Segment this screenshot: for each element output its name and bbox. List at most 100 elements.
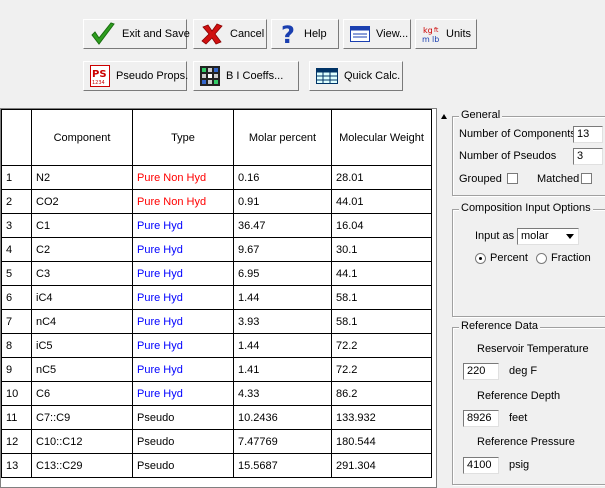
type-cell[interactable]: Pure Hyd [132,381,234,406]
type-cell[interactable]: Pure Hyd [132,213,234,238]
component-column-header[interactable]: Component [31,109,133,166]
molecular-weight-cell[interactable]: 44.01 [331,189,432,214]
component-cell[interactable]: C10::C12 [31,429,133,454]
scroll-up-arrow-icon[interactable] [441,114,447,119]
reference-pressure-field[interactable]: 4100 [463,457,499,474]
quick-calc-button[interactable]: Quick Calc. [309,61,403,91]
molar-percent-cell[interactable]: 1.41 [233,357,332,382]
row-number-cell[interactable]: 1 [1,165,32,190]
percent-radio[interactable] [475,253,486,264]
help-button[interactable]: ? Help [271,19,339,49]
type-cell[interactable]: Pure Non Hyd [132,189,234,214]
table-row[interactable]: 13 C13::C29 Pseudo 15.5687 291.304 [1,453,432,478]
table-row[interactable]: 11 C7::C9 Pseudo 10.2436 133.932 [1,405,432,430]
molar-percent-cell[interactable]: 36.47 [233,213,332,238]
molar-percent-cell[interactable]: 7.47769 [233,429,332,454]
exit-and-save-button[interactable]: Exit and Save [83,19,190,49]
component-cell[interactable]: C13::C29 [31,453,133,478]
molecular-weight-cell[interactable]: 133.932 [331,405,432,430]
row-number-cell[interactable]: 9 [1,357,32,382]
molar-percent-cell[interactable]: 6.95 [233,261,332,286]
row-number-cell[interactable]: 10 [1,381,32,406]
component-cell[interactable]: nC5 [31,357,133,382]
molar-percent-cell[interactable]: 3.93 [233,309,332,334]
table-row[interactable]: 4 C2 Pure Hyd 9.67 30.1 [1,237,432,262]
pseudo-props-button[interactable]: PS 1234 Pseudo Props. [83,61,188,91]
molar-percent-cell[interactable]: 0.16 [233,165,332,190]
type-cell[interactable]: Pseudo [132,405,234,430]
row-number-cell[interactable]: 7 [1,309,32,334]
row-number-cell[interactable]: 5 [1,261,32,286]
cancel-button[interactable]: Cancel [193,19,267,49]
row-number-cell[interactable]: 12 [1,429,32,454]
molar-percent-cell[interactable]: 10.2436 [233,405,332,430]
num-pseudos-field[interactable]: 3 [573,148,603,165]
bi-coeffs-button[interactable]: B I Coeffs... [193,61,299,91]
view-button[interactable]: View... [343,19,411,49]
molecular-weight-cell[interactable]: 180.544 [331,429,432,454]
molecular-weight-column-header[interactable]: Molecular Weight [331,109,432,166]
molar-percent-column-header[interactable]: Molar percent [233,109,332,166]
molecular-weight-cell[interactable]: 44.1 [331,261,432,286]
molar-percent-cell[interactable]: 15.5687 [233,453,332,478]
molecular-weight-cell[interactable]: 86.2 [331,381,432,406]
molar-percent-cell[interactable]: 1.44 [233,333,332,358]
row-number-cell[interactable]: 4 [1,237,32,262]
table-row[interactable]: 12 C10::C12 Pseudo 7.47769 180.544 [1,429,432,454]
row-number-cell[interactable]: 3 [1,213,32,238]
reference-depth-field[interactable]: 8926 [463,410,499,427]
component-cell[interactable]: C2 [31,237,133,262]
component-cell[interactable]: C6 [31,381,133,406]
type-column-header[interactable]: Type [132,109,234,166]
row-number-cell[interactable]: 6 [1,285,32,310]
row-number-cell[interactable]: 8 [1,333,32,358]
table-row[interactable]: 1 N2 Pure Non Hyd 0.16 28.01 [1,165,432,190]
type-cell[interactable]: Pure Hyd [132,333,234,358]
molecular-weight-cell[interactable]: 30.1 [331,237,432,262]
input-as-select[interactable]: molar [517,228,579,245]
type-cell[interactable]: Pure Hyd [132,309,234,334]
molecular-weight-cell[interactable]: 58.1 [331,309,432,334]
component-cell[interactable]: iC4 [31,285,133,310]
molecular-weight-cell[interactable]: 58.1 [331,285,432,310]
table-row[interactable]: 7 nC4 Pure Hyd 3.93 58.1 [1,309,432,334]
molar-percent-cell[interactable]: 4.33 [233,381,332,406]
table-row[interactable]: 10 C6 Pure Hyd 4.33 86.2 [1,381,432,406]
type-cell[interactable]: Pure Hyd [132,237,234,262]
molecular-weight-cell[interactable]: 16.04 [331,213,432,238]
table-row[interactable]: 5 C3 Pure Hyd 6.95 44.1 [1,261,432,286]
table-row[interactable]: 9 nC5 Pure Hyd 1.41 72.2 [1,357,432,382]
num-components-field[interactable]: 13 [573,126,603,143]
type-cell[interactable]: Pure Hyd [132,285,234,310]
component-cell[interactable]: N2 [31,165,133,190]
component-cell[interactable]: iC5 [31,333,133,358]
table-row[interactable]: 3 C1 Pure Hyd 36.47 16.04 [1,213,432,238]
molecular-weight-cell[interactable]: 28.01 [331,165,432,190]
component-cell[interactable]: C1 [31,213,133,238]
type-cell[interactable]: Pure Hyd [132,357,234,382]
units-button[interactable]: kg ft m lb Units [415,19,477,49]
grouped-checkbox[interactable] [507,173,518,184]
row-number-cell[interactable]: 2 [1,189,32,214]
type-cell[interactable]: Pseudo [132,429,234,454]
component-cell[interactable]: CO2 [31,189,133,214]
component-cell[interactable]: nC4 [31,309,133,334]
component-cell[interactable]: C3 [31,261,133,286]
fraction-radio[interactable] [536,253,547,264]
table-row[interactable]: 8 iC5 Pure Hyd 1.44 72.2 [1,333,432,358]
molar-percent-cell[interactable]: 1.44 [233,285,332,310]
molecular-weight-cell[interactable]: 72.2 [331,333,432,358]
molecular-weight-cell[interactable]: 72.2 [331,357,432,382]
matched-checkbox[interactable] [581,173,592,184]
vertical-scrollbar[interactable] [439,108,449,488]
reservoir-temperature-field[interactable]: 220 [463,363,499,380]
table-row[interactable]: 6 iC4 Pure Hyd 1.44 58.1 [1,285,432,310]
molar-percent-cell[interactable]: 9.67 [233,237,332,262]
row-number-cell[interactable]: 13 [1,453,32,478]
type-cell[interactable]: Pure Non Hyd [132,165,234,190]
row-number-cell[interactable]: 11 [1,405,32,430]
molecular-weight-cell[interactable]: 291.304 [331,453,432,478]
molar-percent-cell[interactable]: 0.91 [233,189,332,214]
table-row[interactable]: 2 CO2 Pure Non Hyd 0.91 44.01 [1,189,432,214]
chevron-down-icon[interactable] [566,234,574,239]
